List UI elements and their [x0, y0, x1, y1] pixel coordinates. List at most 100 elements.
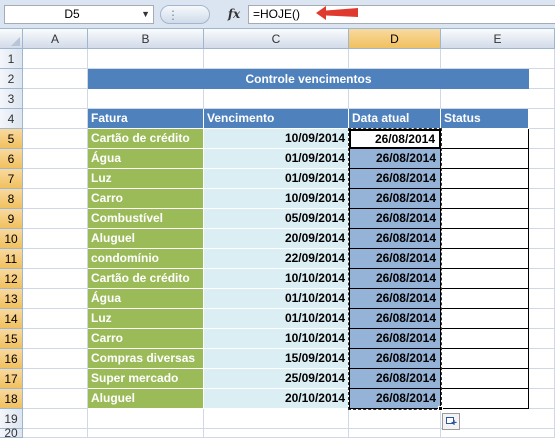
formula-bar-splitter[interactable]: ⋮	[160, 5, 210, 24]
row-header-4[interactable]: 4	[0, 109, 23, 129]
fatura-cell[interactable]: Cartão de crédito	[88, 269, 204, 289]
status-cell[interactable]	[441, 129, 529, 149]
cell-d3[interactable]	[349, 89, 441, 109]
cell-a7[interactable]	[23, 169, 88, 189]
data-atual-cell[interactable]: 26/08/2014	[349, 169, 441, 189]
vencimento-cell[interactable]: 01/09/2014	[204, 169, 349, 189]
cell-a15[interactable]	[23, 329, 88, 349]
cell-e3[interactable]	[441, 89, 555, 109]
header-status[interactable]: Status	[441, 109, 529, 129]
status-cell[interactable]	[441, 369, 529, 389]
formula-input[interactable]: =HOJE()	[248, 5, 555, 24]
fatura-cell[interactable]: Super mercado	[88, 369, 204, 389]
column-header-b[interactable]: B	[88, 29, 204, 49]
cell-d20[interactable]	[349, 429, 441, 438]
row-header-3[interactable]: 3	[0, 89, 23, 109]
cell-a5[interactable]	[23, 129, 88, 149]
data-atual-cell[interactable]: 26/08/2014	[349, 269, 441, 289]
vencimento-cell[interactable]: 20/10/2014	[204, 389, 349, 409]
fatura-cell[interactable]: Carro	[88, 329, 204, 349]
vencimento-cell[interactable]: 10/10/2014	[204, 269, 349, 289]
cell-a11[interactable]	[23, 249, 88, 269]
cell-a3[interactable]	[23, 89, 88, 109]
cell-a20[interactable]	[23, 429, 88, 438]
cell-a16[interactable]	[23, 349, 88, 369]
fx-icon[interactable]: fx	[222, 5, 246, 24]
cell-a13[interactable]	[23, 289, 88, 309]
cell-d19[interactable]	[349, 409, 441, 429]
row-header-11[interactable]: 11	[0, 249, 23, 269]
row-header-7[interactable]: 7	[0, 169, 23, 189]
vencimento-cell[interactable]: 05/09/2014	[204, 209, 349, 229]
cell-a9[interactable]	[23, 209, 88, 229]
status-cell[interactable]	[441, 169, 529, 189]
fatura-cell[interactable]: Água	[88, 289, 204, 309]
vencimento-cell[interactable]: 10/10/2014	[204, 329, 349, 349]
cell-a6[interactable]	[23, 149, 88, 169]
status-cell[interactable]	[441, 149, 529, 169]
row-header-16[interactable]: 16	[0, 349, 23, 369]
data-atual-cell[interactable]: 26/08/2014	[349, 289, 441, 309]
fatura-cell[interactable]: Cartão de crédito	[88, 129, 204, 149]
cell-a12[interactable]	[23, 269, 88, 289]
data-atual-cell[interactable]: 26/08/2014	[349, 309, 441, 329]
data-atual-cell[interactable]: 26/08/2014	[349, 329, 441, 349]
status-cell[interactable]	[441, 249, 529, 269]
header-data-atual[interactable]: Data atual	[349, 109, 441, 129]
data-atual-cell[interactable]: 26/08/2014	[349, 369, 441, 389]
vencimento-cell[interactable]: 01/10/2014	[204, 309, 349, 329]
data-atual-cell[interactable]: 26/08/2014	[349, 389, 441, 409]
cell-a2[interactable]	[23, 69, 88, 89]
vencimento-cell[interactable]: 22/09/2014	[204, 249, 349, 269]
cell-a14[interactable]	[23, 309, 88, 329]
cell-b19[interactable]	[88, 409, 204, 429]
vencimento-cell[interactable]: 10/09/2014	[204, 129, 349, 149]
cell-a18[interactable]	[23, 389, 88, 409]
cell-c20[interactable]	[204, 429, 349, 438]
autofill-options-icon[interactable]: +	[442, 413, 460, 430]
cell-c1[interactable]	[204, 49, 349, 69]
row-header-12[interactable]: 12	[0, 269, 23, 289]
data-atual-cell[interactable]: 26/08/2014	[349, 249, 441, 269]
row-header-13[interactable]: 13	[0, 289, 23, 309]
vencimento-cell[interactable]: 20/09/2014	[204, 229, 349, 249]
status-cell[interactable]	[441, 309, 529, 329]
cell-a4[interactable]	[23, 109, 88, 129]
fatura-cell[interactable]: Aluguel	[88, 229, 204, 249]
fatura-cell[interactable]: condomínio	[88, 249, 204, 269]
row-header-17[interactable]: 17	[0, 369, 23, 389]
cell-a1[interactable]	[23, 49, 88, 69]
cell-b3[interactable]	[88, 89, 204, 109]
status-cell[interactable]	[441, 289, 529, 309]
cell-d1[interactable]	[349, 49, 441, 69]
row-header-18[interactable]: 18	[0, 389, 23, 409]
fatura-cell[interactable]: Água	[88, 149, 204, 169]
cell-b1[interactable]	[88, 49, 204, 69]
status-cell[interactable]	[441, 389, 529, 409]
status-cell[interactable]	[441, 269, 529, 289]
fatura-cell[interactable]: Compras diversas	[88, 349, 204, 369]
data-atual-cell[interactable]: 26/08/2014	[349, 229, 441, 249]
status-cell[interactable]	[441, 349, 529, 369]
fatura-cell[interactable]: Luz	[88, 309, 204, 329]
fatura-cell[interactable]: Carro	[88, 189, 204, 209]
cell-e20[interactable]	[441, 429, 555, 438]
row-header-14[interactable]: 14	[0, 309, 23, 329]
column-header-e[interactable]: E	[441, 29, 555, 49]
column-header-d[interactable]: D	[349, 29, 441, 49]
row-header-6[interactable]: 6	[0, 149, 23, 169]
sheet-title[interactable]: Controle vencimentos	[88, 69, 529, 89]
cell-a19[interactable]	[23, 409, 88, 429]
fatura-cell[interactable]: Combustível	[88, 209, 204, 229]
row-header-1[interactable]: 1	[0, 49, 23, 69]
header-fatura[interactable]: Fatura	[88, 109, 204, 129]
fatura-cell[interactable]: Aluguel	[88, 389, 204, 409]
column-header-c[interactable]: C	[204, 29, 349, 49]
row-header-2[interactable]: 2	[0, 69, 23, 89]
fatura-cell[interactable]: Luz	[88, 169, 204, 189]
header-vencimento[interactable]: Vencimento	[204, 109, 349, 129]
cell-c19[interactable]	[204, 409, 349, 429]
vencimento-cell[interactable]: 01/09/2014	[204, 149, 349, 169]
vencimento-cell[interactable]: 15/09/2014	[204, 349, 349, 369]
row-header-15[interactable]: 15	[0, 329, 23, 349]
